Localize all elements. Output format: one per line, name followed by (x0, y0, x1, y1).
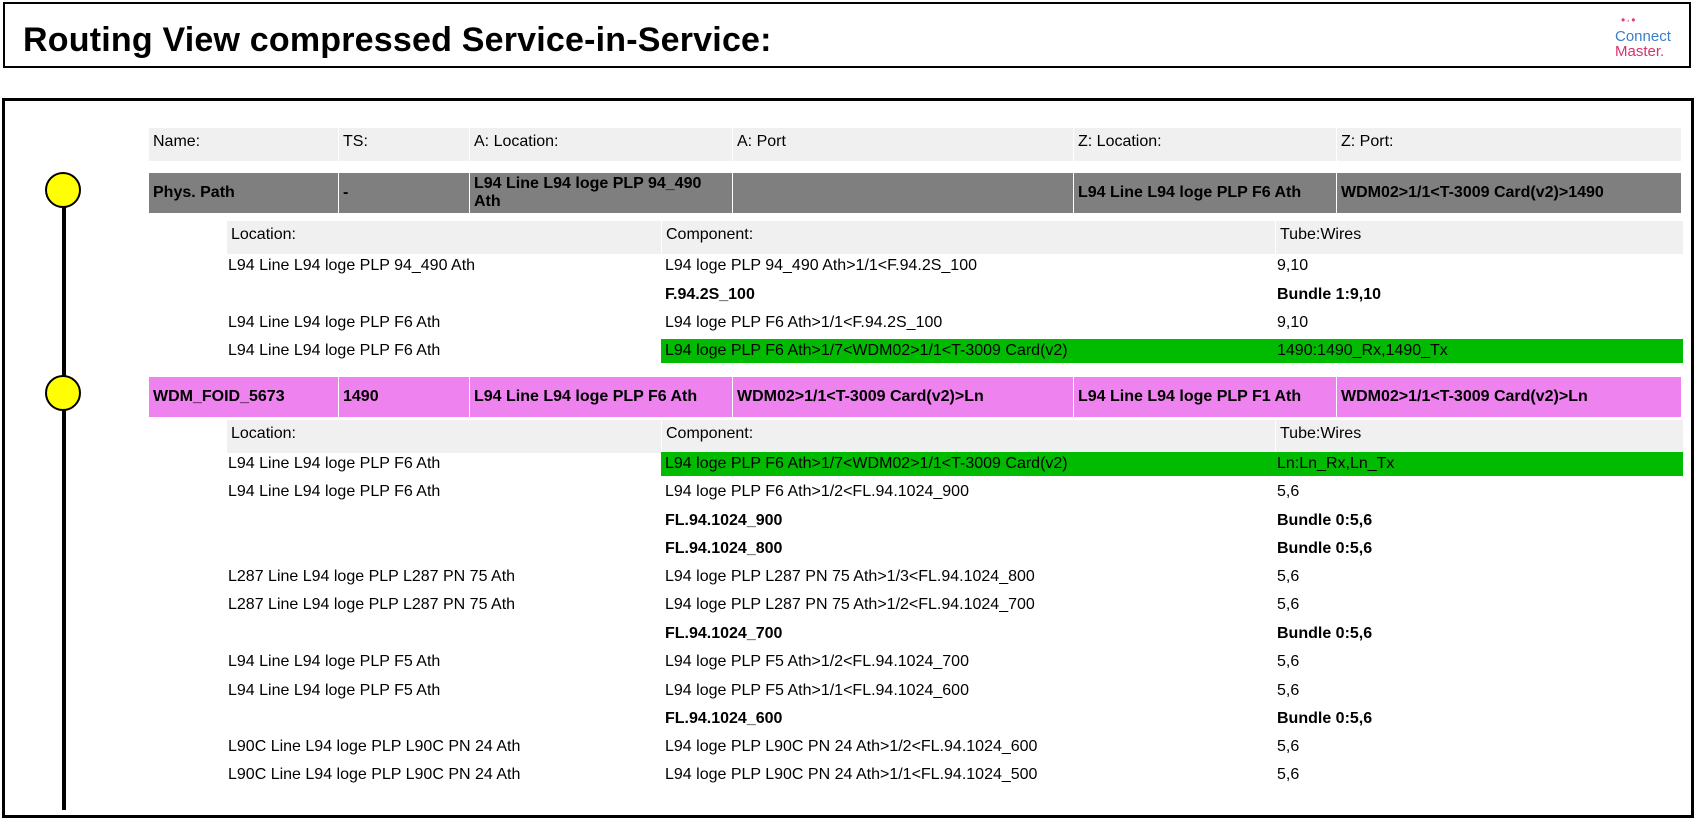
detail-component: L94 loge PLP 94_490 Ath>1/1<F.94.2S_100 (665, 257, 977, 274)
detail-location: L94 Line L94 loge PLP F6 Ath (228, 314, 441, 331)
service-node-icon (45, 375, 81, 411)
detail-location: L90C Line L94 loge PLP L90C PN 24 Ath (228, 766, 521, 783)
main-column-header: Name: (149, 128, 338, 161)
detail-component: F.94.2S_100 (665, 286, 755, 303)
report-header: Routing View compressed Service-in-Servi… (3, 2, 1691, 68)
service-row-a-location: L94 Line L94 loge PLP 94_490 Ath (470, 173, 732, 213)
detail-component: L94 loge PLP F5 Ath>1/2<FL.94.1024_700 (665, 653, 969, 670)
path-connector-line (62, 190, 66, 810)
detail-tube-wires: Bundle 0:5,6 (1277, 710, 1373, 727)
service-row-a-location: L94 Line L94 loge PLP F6 Ath (470, 377, 732, 417)
detail-column-header: Tube:Wires (1276, 420, 1683, 453)
detail-location: L94 Line L94 loge PLP F6 Ath (228, 455, 441, 472)
detail-tube-wires: 5,6 (1277, 653, 1300, 670)
detail-tube-wires: 5,6 (1277, 738, 1300, 755)
detail-column-header: Location: (227, 420, 661, 453)
detail-component: L94 loge PLP L287 PN 75 Ath>1/3<FL.94.10… (665, 568, 1035, 585)
service-row-name: WDM_FOID_5673 (149, 377, 338, 417)
main-column-header: A: Port (733, 128, 1073, 161)
detail-tube-wires: 9,10 (1277, 314, 1309, 331)
detail-component: FL.94.1024_600 (665, 710, 783, 727)
detail-component: FL.94.1024_700 (665, 625, 783, 642)
detail-component: L94 loge PLP F6 Ath>1/7<WDM02>1/1<T-3009… (665, 342, 1068, 359)
detail-component: FL.94.1024_800 (665, 540, 783, 557)
detail-tube-wires: Bundle 0:5,6 (1277, 512, 1373, 529)
logo-dots-icon: •·• (1621, 13, 1637, 27)
logo-text-connect: Connect (1615, 28, 1671, 45)
main-column-header: A: Location: (470, 128, 732, 161)
detail-component: L94 loge PLP F6 Ath>1/1<F.94.2S_100 (665, 314, 943, 331)
main-column-header: Z: Port: (1337, 128, 1681, 161)
detail-location: L94 Line L94 loge PLP F5 Ath (228, 653, 441, 670)
detail-tube-wires: 9,10 (1277, 257, 1309, 274)
service-row-ts: - (339, 173, 469, 213)
detail-location (228, 512, 648, 532)
service-row-ts: 1490 (339, 377, 469, 417)
detail-location: L90C Line L94 loge PLP L90C PN 24 Ath (228, 738, 521, 755)
detail-tube-wires: 1490:1490_Rx,1490_Tx (1277, 342, 1448, 359)
logo-text-master: Master. (1615, 43, 1665, 60)
detail-tube-wires: Bundle 1:9,10 (1277, 286, 1382, 303)
service-node-icon (45, 172, 81, 208)
detail-location: L94 Line L94 loge PLP F6 Ath (228, 483, 441, 500)
service-row-z-port: WDM02>1/1<T-3009 Card(v2)>1490 (1337, 173, 1681, 213)
main-column-header: Z: Location: (1074, 128, 1336, 161)
service-row-z-location: L94 Line L94 loge PLP F6 Ath (1074, 173, 1336, 213)
detail-component: L94 loge PLP F6 Ath>1/7<WDM02>1/1<T-3009… (665, 455, 1068, 472)
service-row-z-location: L94 Line L94 loge PLP F1 Ath (1074, 377, 1336, 417)
service-row-z-port: WDM02>1/1<T-3009 Card(v2)>Ln (1337, 377, 1681, 417)
detail-column-header: Location: (227, 221, 661, 254)
detail-column-header: Tube:Wires (1276, 221, 1683, 254)
detail-location: L287 Line L94 loge PLP L287 PN 75 Ath (228, 568, 516, 585)
detail-location: L287 Line L94 loge PLP L287 PN 75 Ath (228, 596, 516, 613)
detail-location (228, 625, 648, 645)
detail-component: L94 loge PLP L90C PN 24 Ath>1/2<FL.94.10… (665, 738, 1038, 755)
detail-tube-wires: Bundle 0:5,6 (1277, 625, 1373, 642)
service-row-name: Phys. Path (149, 173, 338, 213)
connectmaster-logo: •·• Connect Master. (1609, 14, 1675, 60)
detail-component: FL.94.1024_900 (665, 512, 783, 529)
detail-tube-wires: Bundle 0:5,6 (1277, 540, 1373, 557)
detail-tube-wires: 5,6 (1277, 682, 1300, 699)
detail-location (228, 710, 648, 730)
detail-location: L94 Line L94 loge PLP F5 Ath (228, 682, 441, 699)
detail-location (228, 540, 648, 560)
service-row-a-port: WDM02>1/1<T-3009 Card(v2)>Ln (733, 377, 1073, 417)
detail-column-header: Component: (662, 221, 1275, 254)
detail-tube-wires: 5,6 (1277, 483, 1300, 500)
detail-tube-wires: 5,6 (1277, 766, 1300, 783)
detail-tube-wires: 5,6 (1277, 568, 1300, 585)
detail-tube-wires: Ln:Ln_Rx,Ln_Tx (1277, 455, 1395, 472)
page-title: Routing View compressed Service-in-Servi… (23, 21, 772, 59)
detail-component: L94 loge PLP F6 Ath>1/2<FL.94.1024_900 (665, 483, 969, 500)
main-column-header: TS: (339, 128, 469, 161)
detail-location (228, 286, 648, 306)
detail-column-header: Component: (662, 420, 1275, 453)
detail-tube-wires: 5,6 (1277, 596, 1300, 613)
detail-location: L94 Line L94 loge PLP F6 Ath (228, 342, 441, 359)
service-row-a-port (733, 173, 1073, 213)
detail-component: L94 loge PLP L90C PN 24 Ath>1/1<FL.94.10… (665, 766, 1038, 783)
detail-location: L94 Line L94 loge PLP 94_490 Ath (228, 257, 476, 274)
detail-component: L94 loge PLP L287 PN 75 Ath>1/2<FL.94.10… (665, 596, 1035, 613)
detail-component: L94 loge PLP F5 Ath>1/1<FL.94.1024_600 (665, 682, 969, 699)
